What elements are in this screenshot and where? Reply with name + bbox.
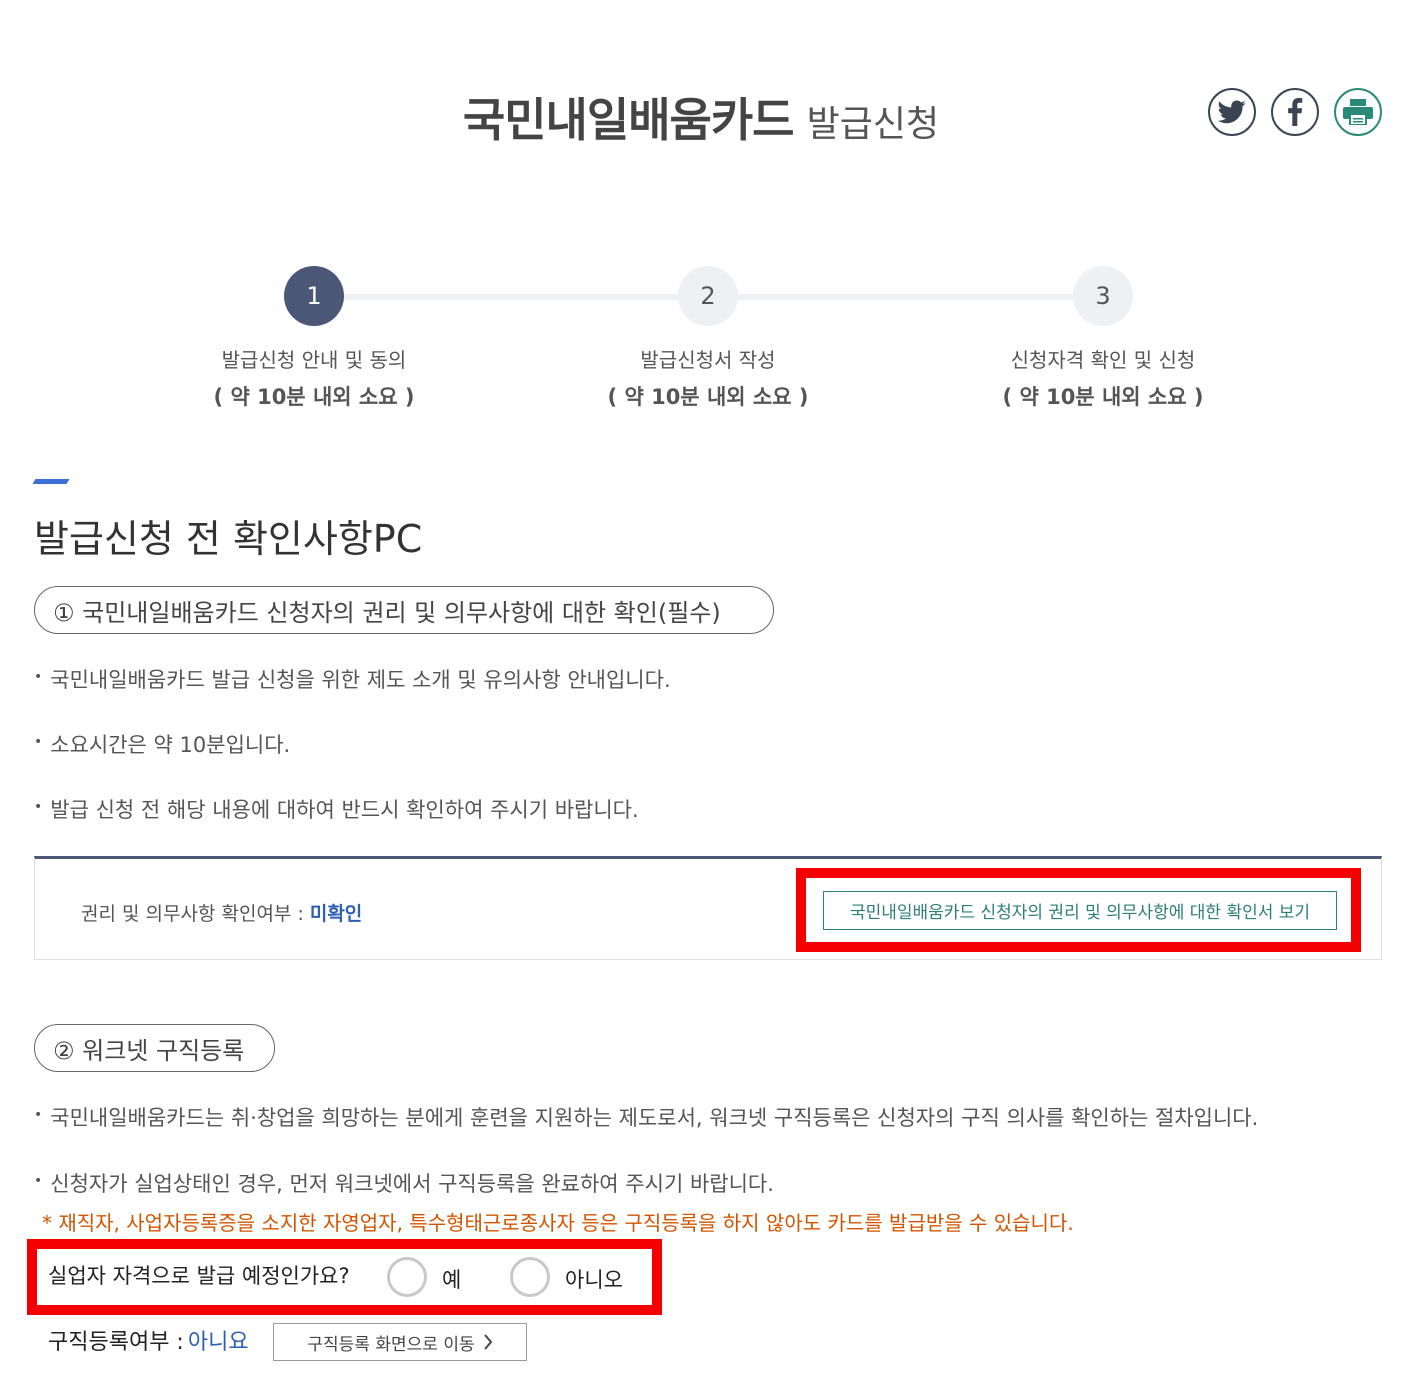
part1-heading: ① 국민내일배움카드 신청자의 권리 및 의무사항에 대한 확인(필수) xyxy=(34,586,774,634)
step-1: 1 발급신청 안내 및 동의 ( 약 10분 내외 소요 ) xyxy=(164,266,464,411)
page-title-main: 국민내일배움카드 xyxy=(462,93,795,147)
step-time: ( 약 10분 내외 소요 ) xyxy=(213,385,415,409)
confirm-status-row: 권리 및 의무사항 확인여부 : 미확인 xyxy=(81,899,362,926)
twitter-icon xyxy=(1218,100,1246,124)
page-title: 국민내일배움카드 발급신청 xyxy=(0,84,1402,150)
confirm-status-label: 권리 및 의무사항 확인여부 : xyxy=(81,903,304,925)
part2-bullet: 국민내일배움카드는 취·창업을 희망하는 분에게 훈련을 지원하는 제도로서, … xyxy=(34,1102,1258,1132)
step-2: 2 발급신청서 작성 ( 약 10분 내외 소요 ) xyxy=(558,266,858,411)
radio-yes[interactable] xyxy=(387,1257,427,1297)
part1-bullet: 국민내일배움카드 발급 신청을 위한 제도 소개 및 유의사항 안내입니다. xyxy=(34,664,670,694)
print-button[interactable] xyxy=(1334,88,1382,136)
radio-no-label[interactable]: 아니오 xyxy=(565,1264,623,1294)
chevron-right-icon xyxy=(483,1334,492,1350)
section-title: 발급신청 전 확인사항PC xyxy=(34,517,423,561)
step-3: 3 신청자격 확인 및 신청 ( 약 10분 내외 소요 ) xyxy=(953,266,1253,411)
view-rights-document-button[interactable]: 국민내일배움카드 신청자의 권리 및 의무사항에 대한 확인서 보기 xyxy=(823,891,1337,930)
section-accent-bar xyxy=(32,479,70,484)
part1-bullet: 발급 신청 전 해당 내용에 대하여 반드시 확인하여 주시기 바랍니다. xyxy=(34,794,638,824)
go-job-registration-label: 구직등록 화면으로 이동 xyxy=(307,1334,475,1355)
step-number: 2 xyxy=(678,266,738,326)
part2-bullet: 신청자가 실업상태인 경우, 먼저 워크넷에서 구직등록을 완료하여 주시기 바… xyxy=(34,1168,774,1198)
job-registration-status: 구직등록여부 : 아니요 xyxy=(48,1324,249,1356)
job-registration-label: 구직등록여부 : xyxy=(48,1330,184,1355)
radio-yes-label[interactable]: 예 xyxy=(442,1264,461,1294)
part1-bullet: 소요시간은 약 10분입니다. xyxy=(34,729,290,759)
facebook-icon xyxy=(1288,98,1303,126)
step-time: ( 약 10분 내외 소요 ) xyxy=(1002,385,1204,409)
job-registration-value: 아니요 xyxy=(187,1330,249,1355)
printer-icon xyxy=(1343,99,1373,125)
twitter-share-button[interactable] xyxy=(1208,88,1256,136)
radio-no[interactable] xyxy=(510,1257,550,1297)
step-time: ( 약 10분 내외 소요 ) xyxy=(607,385,809,409)
facebook-share-button[interactable] xyxy=(1271,88,1319,136)
exemption-note: * 재직자, 사업자등록증을 소지한 자영업자, 특수형태근로종사자 등은 구직… xyxy=(42,1211,1074,1235)
step-number: 1 xyxy=(284,266,344,326)
confirm-status-value: 미확인 xyxy=(309,903,363,925)
step-title: 발급신청서 작성 xyxy=(640,348,776,372)
page-title-sub: 발급신청 xyxy=(806,104,940,145)
unemployed-question: 실업자 자격으로 발급 예정인가요? xyxy=(48,1264,350,1288)
step-indicator: 1 발급신청 안내 및 동의 ( 약 10분 내외 소요 ) 2 발급신청서 작… xyxy=(0,266,1402,416)
step-title: 발급신청 안내 및 동의 xyxy=(221,348,407,372)
part2-heading: ② 워크넷 구직등록 xyxy=(34,1024,275,1072)
share-buttons xyxy=(1208,88,1382,136)
step-number: 3 xyxy=(1073,266,1133,326)
step-title: 신청자격 확인 및 신청 xyxy=(1010,348,1196,372)
go-job-registration-button[interactable]: 구직등록 화면으로 이동 xyxy=(273,1323,527,1361)
